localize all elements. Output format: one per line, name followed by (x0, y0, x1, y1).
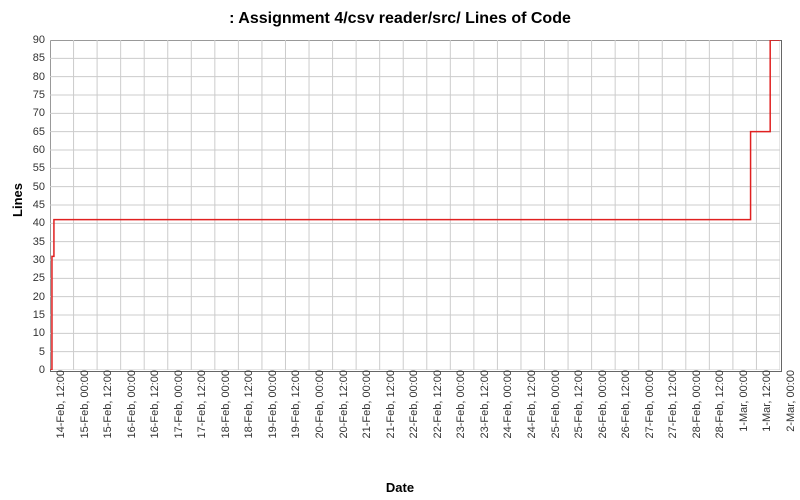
x-tick-label: 19-Feb, 12:00 (285, 370, 302, 439)
x-tick-label: 20-Feb, 00:00 (309, 370, 326, 439)
x-tick-label: 16-Feb, 12:00 (144, 370, 161, 439)
y-axis-label: Lines (10, 183, 25, 217)
x-tick-label: 19-Feb, 00:00 (262, 370, 279, 439)
x-tick-label: 21-Feb, 00:00 (356, 370, 373, 439)
x-axis-label: Date (386, 480, 414, 495)
x-tick-label: 27-Feb, 00:00 (639, 370, 656, 439)
y-tick-label: 10 (33, 327, 50, 339)
x-tick-label: 21-Feb, 12:00 (380, 370, 397, 439)
x-tick-label: 22-Feb, 00:00 (403, 370, 420, 439)
y-tick-label: 25 (33, 272, 50, 284)
y-tick-label: 90 (33, 34, 50, 46)
x-tick-label: 1-Mar, 00:00 (733, 370, 750, 432)
chart-title: : Assignment 4/csv reader/src/ Lines of … (0, 0, 800, 28)
x-tick-label: 1-Mar, 12:00 (756, 370, 773, 432)
x-tick-label: 18-Feb, 12:00 (238, 370, 255, 439)
x-tick-label: 15-Feb, 00:00 (74, 370, 91, 439)
x-tick-label: 14-Feb, 12:00 (50, 370, 67, 439)
x-tick-label: 25-Feb, 00:00 (545, 370, 562, 439)
x-tick-label: 23-Feb, 00:00 (450, 370, 467, 439)
y-tick-label: 85 (33, 52, 50, 64)
x-tick-label: 26-Feb, 00:00 (592, 370, 609, 439)
x-tick-label: 2-Mar, 00:00 (780, 370, 797, 432)
x-tick-label: 22-Feb, 12:00 (427, 370, 444, 439)
x-tick-label: 18-Feb, 00:00 (215, 370, 232, 439)
chart-svg (50, 40, 780, 370)
y-tick-label: 35 (33, 236, 50, 248)
y-tick-label: 45 (33, 199, 50, 211)
x-tick-label: 15-Feb, 12:00 (97, 370, 114, 439)
x-tick-label: 28-Feb, 00:00 (686, 370, 703, 439)
y-tick-label: 0 (39, 364, 50, 376)
y-tick-label: 65 (33, 126, 50, 138)
x-tick-label: 25-Feb, 12:00 (568, 370, 585, 439)
x-tick-label: 27-Feb, 12:00 (662, 370, 679, 439)
y-tick-label: 40 (33, 217, 50, 229)
x-tick-label: 17-Feb, 00:00 (168, 370, 185, 439)
plot-area: 051015202530354045505560657075808590 14-… (50, 40, 780, 370)
y-gridlines (50, 40, 780, 370)
y-tick-label: 20 (33, 291, 50, 303)
y-tick-label: 70 (33, 107, 50, 119)
y-tick-label: 60 (33, 144, 50, 156)
y-tick-label: 50 (33, 181, 50, 193)
x-tick-label: 16-Feb, 00:00 (121, 370, 138, 439)
x-tick-label: 24-Feb, 12:00 (521, 370, 538, 439)
y-tick-label: 75 (33, 89, 50, 101)
y-tick-label: 55 (33, 162, 50, 174)
x-tick-label: 24-Feb, 00:00 (497, 370, 514, 439)
x-tick-label: 23-Feb, 12:00 (474, 370, 491, 439)
x-tick-label: 28-Feb, 12:00 (709, 370, 726, 439)
y-tick-label: 5 (39, 346, 50, 358)
y-tick-label: 15 (33, 309, 50, 321)
x-tick-label: 17-Feb, 12:00 (191, 370, 208, 439)
y-tick-label: 80 (33, 71, 50, 83)
x-tick-label: 26-Feb, 12:00 (615, 370, 632, 439)
x-tick-label: 20-Feb, 12:00 (333, 370, 350, 439)
y-tick-label: 30 (33, 254, 50, 266)
